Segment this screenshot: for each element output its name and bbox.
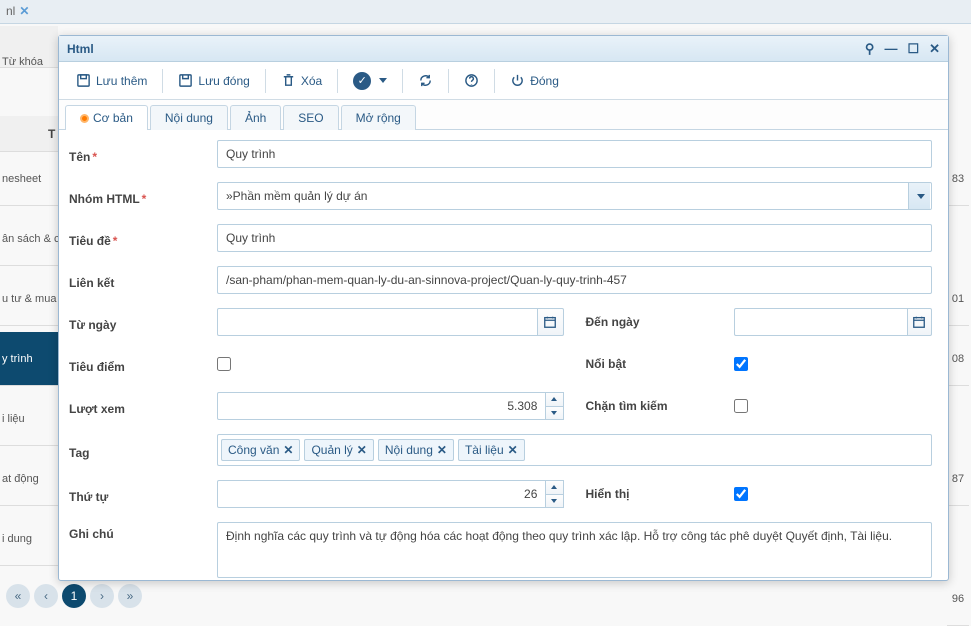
note-label: Ghi chú (69, 522, 217, 541)
from-date-label: Từ ngày (69, 313, 217, 332)
minimize-icon[interactable]: — (884, 41, 897, 56)
help-button[interactable] (453, 66, 490, 96)
bg-num: 96 (947, 572, 969, 626)
order-input[interactable] (217, 480, 546, 508)
toolbar: Lưu thêm Lưu đóng Xóa ✓ Đóng (59, 62, 948, 100)
group-value: »Phần mềm quản lý dự án (226, 189, 908, 203)
refresh-button[interactable] (407, 66, 444, 96)
pager-prev[interactable]: ‹ (34, 584, 58, 608)
maximize-icon[interactable]: ☐ (907, 41, 919, 57)
bg-num: 01 (947, 272, 969, 326)
html-dialog: Html ⚲ — ☐ ✕ Lưu thêm Lưu đóng Xóa ✓ Đón… (58, 35, 949, 581)
save-add-button[interactable]: Lưu thêm (65, 66, 158, 96)
close-icon[interactable]: ✕ (929, 41, 940, 57)
help-icon (464, 73, 479, 88)
featured-checkbox[interactable] (734, 357, 748, 371)
bg-row[interactable]: ân sách & c (0, 212, 58, 266)
block-search-label: Chặn tìm kiếm (586, 399, 734, 413)
tab-seo[interactable]: SEO (283, 105, 338, 130)
dialog-title: Html (67, 42, 94, 56)
bg-num: 87 (947, 452, 969, 506)
search-label: Từ khóa (2, 56, 43, 68)
save-close-button[interactable]: Lưu đóng (167, 66, 260, 96)
tab-strip: Cơ bảnNội dungẢnhSEOMở rộng (59, 100, 948, 130)
views-spinner[interactable] (546, 392, 563, 420)
featured-label: Nổi bật (586, 357, 734, 371)
chevron-down-icon (379, 78, 387, 83)
calendar-icon[interactable] (908, 308, 932, 336)
order-spinner[interactable] (546, 480, 563, 508)
pager-last[interactable]: » (118, 584, 142, 608)
bg-header: T (0, 116, 58, 152)
close-button[interactable]: Đóng (499, 66, 570, 96)
remove-tag-icon[interactable]: ✕ (437, 443, 447, 457)
approve-dropdown[interactable]: ✓ (342, 66, 398, 96)
bg-row[interactable]: u tư & mua (0, 272, 58, 326)
views-input[interactable] (217, 392, 546, 420)
focus-checkbox[interactable] (217, 357, 231, 371)
to-date-label: Đến ngày (586, 315, 734, 329)
tab-mở-rộng[interactable]: Mở rộng (341, 105, 416, 130)
bg-row[interactable]: i dung (0, 512, 58, 566)
pager-first[interactable]: « (6, 584, 30, 608)
group-label: Nhóm HTML* (69, 187, 217, 206)
tag-chip[interactable]: Công văn✕ (221, 439, 300, 461)
visible-label: Hiển thị (586, 487, 734, 501)
remove-tag-icon[interactable]: ✕ (283, 443, 293, 457)
tag-label: Tag (69, 441, 217, 460)
tab-ảnh[interactable]: Ảnh (230, 105, 281, 130)
title-input[interactable] (217, 224, 932, 252)
save-add-icon (76, 73, 91, 88)
block-search-checkbox[interactable] (734, 399, 748, 413)
bg-row[interactable]: i liệu (0, 392, 58, 446)
bg-num: 83 (947, 152, 969, 206)
close-icon[interactable]: ✕ (19, 4, 29, 18)
name-label: Tên* (69, 145, 217, 164)
note-textarea[interactable] (217, 522, 932, 578)
views-label: Lượt xem (69, 397, 217, 416)
to-date-input[interactable] (734, 308, 908, 336)
tag-chip[interactable]: Tài liệu✕ (458, 439, 525, 461)
focus-label: Tiêu điểm (69, 355, 217, 374)
order-label: Thứ tự (69, 485, 217, 504)
chevron-down-icon[interactable] (908, 183, 930, 209)
name-input[interactable] (217, 140, 932, 168)
refresh-icon (418, 73, 433, 88)
power-icon (510, 73, 525, 88)
tab-nội-dung[interactable]: Nội dung (150, 105, 228, 130)
group-combo[interactable]: »Phần mềm quản lý dự án (217, 182, 932, 210)
active-dot-icon (80, 114, 89, 123)
dialog-titlebar: Html ⚲ — ☐ ✕ (59, 36, 948, 62)
check-icon: ✓ (353, 72, 371, 90)
tab-cơ-bản[interactable]: Cơ bản (65, 105, 148, 130)
tag-input[interactable]: Công văn✕Quản lý✕Nội dung✕Tài liệu✕ (217, 434, 932, 466)
visible-checkbox[interactable] (734, 487, 748, 501)
tag-chip[interactable]: Nội dung✕ (378, 439, 454, 461)
trash-icon (281, 73, 296, 88)
link-label: Liên kết (69, 271, 217, 290)
link-input[interactable] (217, 266, 932, 294)
pager-page-1[interactable]: 1 (62, 584, 86, 608)
pin-icon[interactable]: ⚲ (865, 41, 875, 57)
pager: « ‹ 1 › » (6, 584, 142, 608)
from-date-input[interactable] (217, 308, 538, 336)
pager-next[interactable]: › (90, 584, 114, 608)
remove-tag-icon[interactable]: ✕ (357, 443, 367, 457)
bg-row[interactable]: at động (0, 452, 58, 506)
save-close-icon (178, 73, 193, 88)
remove-tag-icon[interactable]: ✕ (508, 443, 518, 457)
bg-row[interactable]: nesheet (0, 152, 58, 206)
bg-num: 08 (947, 332, 969, 386)
calendar-icon[interactable] (538, 308, 564, 336)
bg-tab: nl✕ (0, 0, 971, 24)
tag-chip[interactable]: Quản lý✕ (304, 439, 373, 461)
bg-row[interactable]: y trình (0, 332, 58, 386)
form-panel: Tên* Nhóm HTML* »Phần mềm quản lý dự án … (59, 130, 948, 580)
title-label: Tiêu đề* (69, 229, 217, 248)
delete-button[interactable]: Xóa (270, 66, 333, 96)
